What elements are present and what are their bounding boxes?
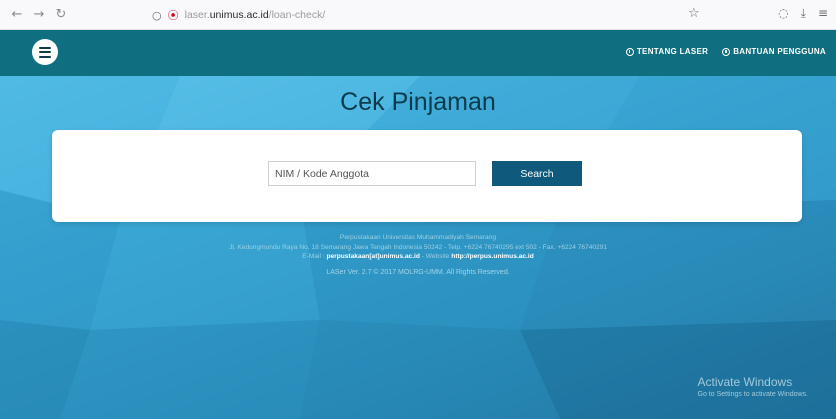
nav-links: TENTANG LASER BANTUAN PENGGUNA [625, 47, 826, 56]
page-title: Cek Pinjaman [340, 88, 496, 116]
browser-toolbar: ← → ↻ ○ ⦿ laser.unimus.ac.id/loan-check/… [0, 0, 836, 30]
url-domain: unimus.ac.id [209, 9, 269, 21]
download-icon[interactable]: ⤓ [801, 6, 806, 21]
shield-icon[interactable]: ○ [152, 9, 162, 22]
nav-link-about[interactable]: TENTANG LASER [625, 47, 709, 56]
url-prefix: laser. [184, 9, 210, 21]
footer-version: LASer Ver. 2.7 © 2017 MOLRG-UMM. All Rig… [326, 268, 510, 276]
browser-actions: ◌ ⤓ ≡ [778, 6, 828, 21]
menu-line [39, 51, 51, 53]
footer-email-label: E-Mail : [302, 253, 327, 260]
nav-link-help-label: BANTUAN PENGGUNA [733, 47, 826, 56]
hamburger-menu-button[interactable] [32, 39, 58, 65]
info-icon [625, 47, 634, 56]
footer-email-link[interactable]: perpustakaan[at]unimus.ac.id [326, 253, 419, 260]
member-id-input[interactable] [268, 161, 476, 186]
menu-line [39, 46, 51, 49]
search-button[interactable]: Search [492, 161, 582, 186]
nav-link-help[interactable]: BANTUAN PENGGUNA [722, 47, 826, 56]
page-content: TENTANG LASER BANTUAN PENGGUNA Cek Pinja… [0, 30, 836, 419]
reload-icon[interactable]: ↻ [50, 4, 72, 26]
forward-arrow-icon[interactable]: → [28, 4, 50, 26]
bookmark-star-icon[interactable]: ☆ [688, 6, 700, 21]
url-path: /loan-check/ [268, 9, 326, 21]
footer-website-label: - Website [419, 253, 452, 260]
info-icon [722, 47, 731, 56]
extensions-icon[interactable]: ≡ [818, 6, 828, 21]
activate-windows-watermark: Activate Windows Go to Settings to activ… [698, 375, 809, 398]
pocket-icon[interactable]: ◌ [778, 6, 788, 21]
footer: Perpustakaan Universitas Muhammadiyah Se… [0, 233, 836, 277]
nav-link-about-label: TENTANG LASER [636, 47, 709, 56]
back-arrow-icon[interactable]: ← [6, 4, 28, 26]
menu-line [39, 55, 51, 58]
footer-website-link[interactable]: http://perpus.unimus.ac.id [451, 253, 533, 260]
lock-icon[interactable]: ⦿ [168, 7, 179, 23]
top-navbar: TENTANG LASER BANTUAN PENGGUNA [0, 30, 836, 76]
address-bar[interactable]: ○ ⦿ laser.unimus.ac.id/loan-check/ [152, 6, 325, 24]
footer-address: Jl. Kedungmundu Raya No. 18 Semarang Jaw… [228, 243, 608, 251]
footer-contact: E-Mail : perpustakaan[at]unimus.ac.id - … [0, 252, 836, 262]
watermark-subtitle: Go to Settings to activate Windows. [697, 391, 809, 398]
watermark-title: Activate Windows [697, 375, 793, 389]
url-text[interactable]: laser.unimus.ac.id/loan-check/ [185, 9, 326, 21]
footer-library-name: Perpustakaan Universitas Muhammadiyah Se… [339, 234, 497, 241]
search-card: Search [52, 130, 802, 222]
